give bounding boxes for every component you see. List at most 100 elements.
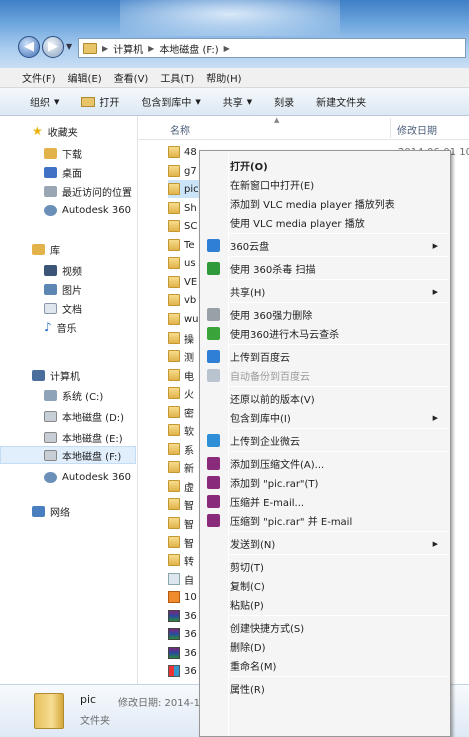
address-bar[interactable]: ▶ 计算机 ▶ 本地磁盘 (F:) ▶ [78, 38, 466, 58]
file-row[interactable]: 火 [168, 384, 194, 402]
nav-drive-e[interactable]: 本地磁盘 (E:) [44, 428, 123, 446]
menu-item[interactable]: 添加到 VLC media player 播放列表 [202, 194, 448, 213]
file-row[interactable]: 操 [168, 329, 194, 347]
menu-item[interactable]: 属性(R) [202, 679, 448, 698]
breadcrumb-chevron-icon[interactable]: ▶ [102, 44, 108, 53]
file-row[interactable]: 36 [168, 644, 197, 662]
menu-item[interactable]: 压缩并 E-mail... [202, 492, 448, 511]
file-row[interactable]: us [168, 254, 196, 272]
menu-file[interactable]: 文件(F) [22, 70, 56, 85]
menu-item[interactable]: 共享(H) ▶ [202, 282, 448, 301]
nav-network[interactable]: 网络 [32, 502, 70, 520]
file-row[interactable]: wu [168, 310, 199, 328]
menu-item[interactable]: 创建快捷方式(S) [202, 618, 448, 637]
menu-item[interactable]: 剪切(T) [202, 557, 448, 576]
file-row[interactable]: vb [168, 291, 196, 309]
file-row[interactable]: VE [168, 273, 197, 291]
new-folder-button[interactable]: 新建文件夹 [316, 94, 366, 109]
nav-drive-c[interactable]: 系统 (C:) [44, 386, 103, 404]
nav-pictures[interactable]: 图片 [44, 280, 82, 298]
menu-item[interactable]: 打开(O) [202, 156, 448, 175]
nav-computer[interactable]: 计算机 [32, 366, 80, 384]
file-row[interactable]: 密 [168, 403, 194, 421]
file-row[interactable]: Te [168, 236, 195, 254]
menu-item[interactable]: 压缩到 "pic.rar" 并 E-mail [202, 511, 448, 530]
menu-item[interactable]: 上传到企业微云 [202, 431, 448, 450]
menu-item[interactable]: 使用360进行木马云查杀 [202, 324, 448, 343]
menu-item[interactable]: 使用 VLC media player 播放 [202, 213, 448, 232]
menu-item[interactable]: 添加到 "pic.rar"(T) [202, 473, 448, 492]
breadcrumb-computer[interactable]: 计算机 [113, 41, 143, 56]
file-row[interactable]: 36 [168, 607, 197, 625]
breadcrumb-chevron-icon[interactable]: ▶ [224, 44, 230, 53]
nav-desktop[interactable]: 桌面 [44, 163, 82, 181]
nav-autodesk-360-2[interactable]: Autodesk 360 [44, 468, 131, 486]
back-button[interactable]: ◀ [18, 36, 40, 58]
file-row[interactable]: 48 [168, 143, 197, 161]
menu-item[interactable]: 360云盘 ▶ [202, 236, 448, 255]
navigation-pane: ★ 收藏夹 下载 桌面 最近访问的位置 Autodesk 360 库 视频 图片… [0, 116, 138, 684]
star-icon: ★ [32, 124, 43, 138]
organize-button[interactable]: 组织 ▼ [30, 94, 59, 110]
file-row[interactable]: 测 [168, 347, 194, 365]
nav-drive-f[interactable]: 本地磁盘 (F:) [0, 446, 136, 464]
file-row[interactable]: 智 [168, 514, 194, 532]
file-row[interactable]: 系 [168, 440, 194, 458]
file-row[interactable]: 新 [168, 458, 194, 476]
file-row[interactable]: pic [168, 180, 199, 198]
breadcrumb-drive-f[interactable]: 本地磁盘 (F:) [159, 41, 218, 56]
file-row[interactable]: 智 [168, 533, 194, 551]
menu-item[interactable]: 在新窗口中打开(E) [202, 175, 448, 194]
file-row[interactable]: 转 [168, 551, 194, 569]
nav-music[interactable]: ♪ 音乐 [44, 318, 77, 336]
share-button[interactable]: 共享 ▼ [223, 94, 252, 110]
menu-item[interactable]: 使用 360杀毒 扫描 [202, 259, 448, 278]
nav-favorites[interactable]: ★ 收藏夹 [32, 122, 78, 140]
recent-pages-dropdown-icon[interactable]: ▼ [66, 42, 72, 51]
menu-item[interactable]: 发送到(N) ▶ [202, 534, 448, 553]
nav-downloads[interactable]: 下载 [44, 144, 82, 162]
include-library-button[interactable]: 包含到库中 ▼ [141, 94, 200, 110]
file-row[interactable]: 智 [168, 495, 194, 513]
column-name[interactable]: 名称 [170, 122, 190, 137]
column-date-modified[interactable]: 修改日期 [397, 122, 437, 137]
menu-item[interactable]: 使用 360强力删除 [202, 305, 448, 324]
menu-tools[interactable]: 工具(T) [160, 70, 194, 85]
menu-item[interactable]: 删除(D) [202, 637, 448, 656]
menu-item[interactable]: 复制(C) [202, 576, 448, 595]
breadcrumb-chevron-icon[interactable]: ▶ [148, 44, 154, 53]
column-divider[interactable] [390, 118, 391, 138]
burn-button[interactable]: 刻录 [274, 94, 294, 109]
nav-drive-d[interactable]: 本地磁盘 (D:) [44, 407, 124, 425]
nav-documents[interactable]: 文档 [44, 299, 82, 317]
nav-autodesk-360[interactable]: Autodesk 360 [44, 201, 131, 219]
file-row[interactable]: g7 [168, 162, 197, 180]
menu-help[interactable]: 帮助(H) [206, 70, 241, 85]
file-row[interactable]: Sh [168, 199, 197, 217]
file-row[interactable]: 36 [168, 625, 197, 643]
file-row[interactable]: 虚 [168, 477, 194, 495]
file-row[interactable]: 36 [168, 662, 197, 680]
file-row[interactable]: 软 [168, 421, 194, 439]
file-row[interactable]: 电 [168, 366, 194, 384]
file-row[interactable]: 自 [168, 570, 194, 588]
menu-item[interactable]: 包含到库中(I) ▶ [202, 408, 448, 427]
nav-recent-places[interactable]: 最近访问的位置 [44, 182, 132, 200]
folder-icon [168, 146, 180, 158]
file-row[interactable]: SC [168, 217, 197, 235]
nav-libraries[interactable]: 库 [32, 240, 60, 258]
menu-item[interactable]: 自动备份到百度云 [202, 366, 448, 385]
menu-item[interactable]: 还原以前的版本(V) [202, 389, 448, 408]
menu-item[interactable]: 粘贴(P) [202, 595, 448, 614]
file-row[interactable]: 10 [168, 588, 197, 606]
forward-button[interactable]: ▶ [42, 36, 64, 58]
menu-item[interactable]: 上传到百度云 [202, 347, 448, 366]
menu-view[interactable]: 查看(V) [114, 70, 149, 85]
menu-item[interactable]: 添加到压缩文件(A)... [202, 454, 448, 473]
title-bar: ◀ ▶ ▼ ▶ 计算机 ▶ 本地磁盘 (F:) ▶ [0, 0, 469, 68]
nav-videos[interactable]: 视频 [44, 261, 82, 279]
menu-item[interactable]: 重命名(M) [202, 656, 448, 675]
menu-edit[interactable]: 编辑(E) [68, 70, 102, 85]
open-button[interactable]: 打开 [81, 94, 119, 109]
details-modified: 修改日期: 2014-1 [118, 698, 200, 709]
